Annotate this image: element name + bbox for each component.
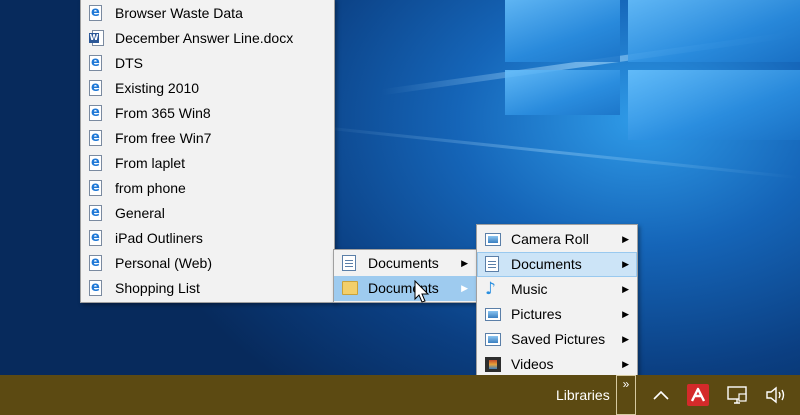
menu-item-dts[interactable]: DTS <box>81 51 334 76</box>
picture-icon <box>485 331 501 348</box>
network-icon[interactable] <box>725 383 749 407</box>
menu-item-label: Existing 2010 <box>115 80 200 96</box>
menu-item-december-answer-line[interactable]: W December Answer Line.docx <box>81 26 334 51</box>
menu-item-videos[interactable]: Videos ▶ <box>477 352 637 377</box>
submenu-arrow-icon: ▶ <box>622 359 629 369</box>
submenu-arrow-icon: ▶ <box>622 284 629 294</box>
menu-item-label: Shopping List <box>115 280 200 296</box>
submenu-arrow-icon: ▶ <box>622 334 629 344</box>
edge-file-icon <box>89 205 105 222</box>
menu-item-label: Camera Roll <box>511 231 589 247</box>
menu-item-label: Browser Waste Data <box>115 5 243 21</box>
menu-item-label: December Answer Line.docx <box>115 30 294 46</box>
music-icon: ♪ <box>485 279 496 299</box>
menu-item-saved-pictures[interactable]: Saved Pictures ▶ <box>477 327 637 352</box>
show-hidden-icons-icon[interactable] <box>649 383 673 407</box>
menu-item-label: Personal (Web) <box>115 255 213 271</box>
edge-file-icon <box>89 155 105 172</box>
submenu-arrow-icon: ▶ <box>622 259 629 269</box>
edge-file-icon <box>89 80 105 97</box>
menu-item-label: Documents <box>511 256 582 272</box>
submenu-arrow-icon: ▶ <box>622 234 629 244</box>
menu-item-ipad-outliners[interactable]: iPad Outliners <box>81 226 334 251</box>
taskbar: Libraries » <box>0 375 800 415</box>
picture-icon <box>485 306 501 323</box>
menu-item-documents-folder[interactable]: Documents ▶ <box>334 276 476 301</box>
menu-item-personal-web[interactable]: Personal (Web) <box>81 251 334 276</box>
edge-file-icon <box>89 130 105 147</box>
menu-item-camera-roll[interactable]: Camera Roll ▶ <box>477 227 637 252</box>
menu-item-label: From 365 Win8 <box>115 105 211 121</box>
menu-item-label: Documents <box>368 255 439 271</box>
submenu-arrow-icon: ▶ <box>461 258 468 268</box>
menu-item-label: iPad Outliners <box>115 230 203 246</box>
edge-file-icon <box>89 5 105 22</box>
menu-item-label: From free Win7 <box>115 130 212 146</box>
menu-item-label: From laplet <box>115 155 186 171</box>
menu-item-from-laplet[interactable]: From laplet <box>81 151 334 176</box>
libraries-toolbar-label[interactable]: Libraries <box>550 375 616 415</box>
menu-item-music[interactable]: ♪ Music ▶ <box>477 277 637 302</box>
menu-item-shopping-list[interactable]: Shopping List <box>81 276 334 301</box>
edge-file-icon <box>89 55 105 72</box>
menu-item-label: Saved Pictures <box>511 331 606 347</box>
submenu-arrow-icon: ▶ <box>622 309 629 319</box>
recent-files-menu: Browser Waste Data W December Answer Line… <box>80 0 335 303</box>
menu-item-label: DTS <box>115 55 143 71</box>
documents-submenu: Documents ▶ Documents ▶ <box>333 249 477 303</box>
menu-item-label: Videos <box>511 356 554 372</box>
menu-item-from-365-win8[interactable]: From 365 Win8 <box>81 101 334 126</box>
menu-item-from-phone[interactable]: from phone <box>81 176 334 201</box>
menu-item-pictures[interactable]: Pictures ▶ <box>477 302 637 327</box>
toolbar-expand-chevron-icon[interactable]: » <box>616 375 636 415</box>
submenu-arrow-icon: ▶ <box>461 283 468 293</box>
menu-item-documents[interactable]: Documents ▶ <box>477 252 637 277</box>
picture-icon <box>485 231 501 248</box>
menu-item-label: from phone <box>115 180 186 196</box>
menu-item-general[interactable]: General <box>81 201 334 226</box>
menu-item-existing-2010[interactable]: Existing 2010 <box>81 76 334 101</box>
menu-item-documents-library[interactable]: Documents ▶ <box>334 251 476 276</box>
menu-item-from-free-win7[interactable]: From free Win7 <box>81 126 334 151</box>
menu-item-browser-waste-data[interactable]: Browser Waste Data <box>81 1 334 26</box>
antivirus-tray-icon[interactable] <box>686 383 710 407</box>
edge-file-icon <box>89 230 105 247</box>
menu-item-label: Pictures <box>511 306 562 322</box>
folder-icon <box>342 280 358 297</box>
edge-file-icon <box>89 180 105 197</box>
libraries-menu: Camera Roll ▶ Documents ▶ ♪ Music ▶ Pictures… <box>476 224 638 379</box>
edge-file-icon <box>89 280 105 297</box>
document-icon <box>485 256 501 273</box>
edge-file-icon <box>89 105 105 122</box>
menu-item-label: General <box>115 205 165 221</box>
mouse-pointer-icon <box>414 280 430 303</box>
video-icon <box>485 356 501 373</box>
volume-icon[interactable] <box>764 383 788 407</box>
document-icon <box>342 255 358 272</box>
menu-item-label: Music <box>511 281 548 297</box>
word-file-icon: W <box>89 30 105 47</box>
edge-file-icon <box>89 255 105 272</box>
